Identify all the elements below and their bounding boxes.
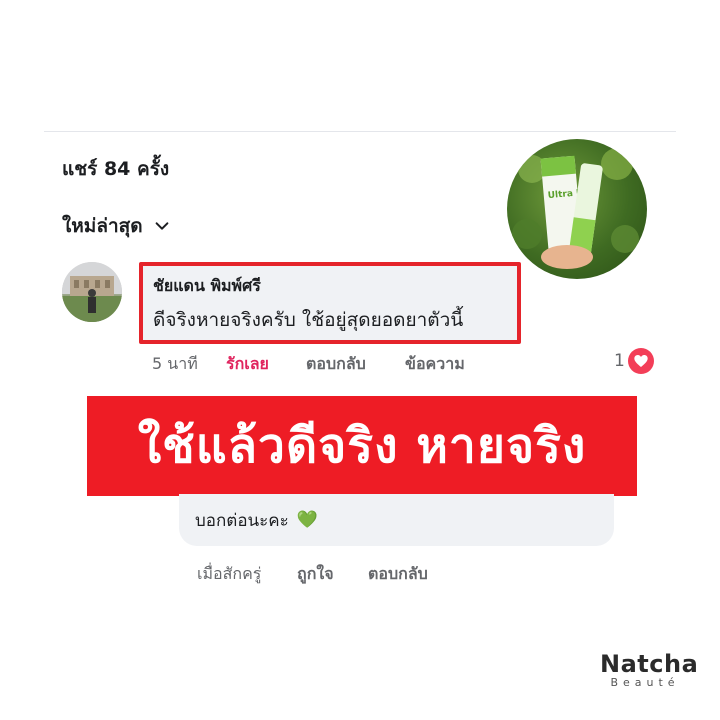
reply-comment-text: บอกต่อนะคะ <box>195 510 289 531</box>
sort-label: ใหม่ล่าสุด <box>62 215 143 237</box>
banner-text: ใช้แล้วดีจริง หายจริง <box>137 418 587 474</box>
chevron-down-icon <box>155 222 168 230</box>
reaction-count: 1 <box>614 351 625 371</box>
brand-name: Natcha <box>600 650 699 678</box>
comment-author[interactable]: ชัยแดน พิมพ์ศรี <box>153 274 507 299</box>
like-button[interactable]: ถูกใจ <box>297 562 334 587</box>
product-tube-image: Ultra U <box>512 148 639 269</box>
avatar-image <box>62 262 122 322</box>
sort-dropdown[interactable]: ใหม่ล่าสุด <box>62 211 171 241</box>
product-photo: Ultra U <box>507 139 647 279</box>
brand-sub: Beauté <box>610 676 680 689</box>
shares-count[interactable]: แชร์ 84 ครั้ง <box>62 154 169 184</box>
comment-bubble-highlighted: ชัยแดน พิมพ์ศรี ดีจริงหายจริงครับ ใช้อยู… <box>139 262 521 344</box>
reply-comment-bubble: บอกต่อนะคะ 💚 <box>179 494 614 546</box>
message-button[interactable]: ข้อความ <box>405 352 465 377</box>
brand-logo: Natcha Beauté <box>600 650 699 689</box>
reply-comment-time: เมื่อสักครู่ <box>197 564 262 583</box>
heart-icon <box>627 348 654 374</box>
green-heart-icon: 💚 <box>296 510 318 530</box>
reply-button[interactable]: ตอบกลับ <box>306 352 366 377</box>
love-reaction-button[interactable]: รักเลย <box>226 352 269 377</box>
comment-time: 5 นาที <box>152 354 198 373</box>
reaction-summary[interactable]: 1 <box>614 348 654 374</box>
top-divider <box>44 131 676 132</box>
reply-button-2[interactable]: ตอบกลับ <box>368 562 428 587</box>
promo-banner: ใช้แล้วดีจริง หายจริง <box>87 396 637 496</box>
comment-text: ดีจริงหายจริงครับ ใช้อยู่สุดยอดยาตัวนี้ <box>153 309 464 331</box>
avatar[interactable] <box>62 262 122 322</box>
